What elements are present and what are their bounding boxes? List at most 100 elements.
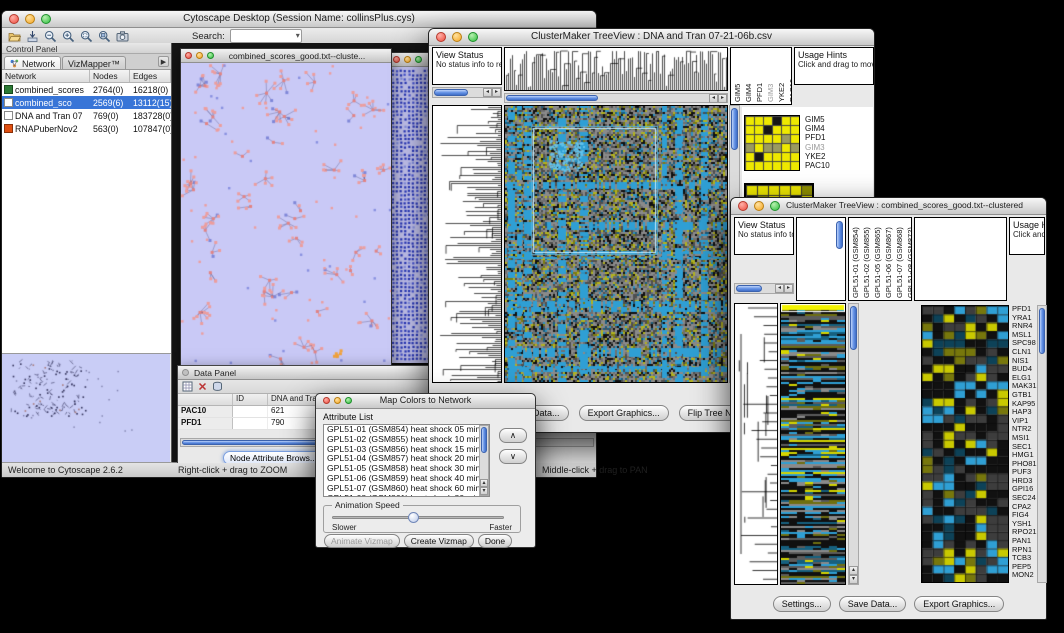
scroll-left-icon[interactable]: ◂ xyxy=(483,88,492,97)
zoom-row-label[interactable]: GIM4 xyxy=(805,124,830,133)
scroll-thumb[interactable] xyxy=(434,89,468,96)
export-graphics-button[interactable]: Export Graphics... xyxy=(914,596,1004,612)
move-up-button[interactable]: ∧ xyxy=(499,428,527,443)
scroll-up-icon[interactable]: ▴ xyxy=(480,479,488,487)
minimize-icon[interactable] xyxy=(196,52,203,59)
maximize-icon[interactable] xyxy=(345,397,352,404)
scroll-right-icon[interactable]: ▸ xyxy=(492,88,501,97)
status-hscrollbar[interactable]: ◂ ▸ xyxy=(734,283,794,294)
minimize-icon[interactable] xyxy=(754,201,764,211)
attribute-list[interactable]: GPL51-01 (GSM854) heat shock 05 minGPL51… xyxy=(323,424,490,497)
column-dendrogram[interactable] xyxy=(505,48,727,90)
gene-vscrollbar[interactable] xyxy=(1037,305,1047,583)
zoom-matrix[interactable] xyxy=(744,115,800,171)
scroll-down-icon[interactable]: ▾ xyxy=(480,487,488,495)
close-icon[interactable] xyxy=(323,397,330,404)
column-label[interactable]: GPL51-05 (GSM865) xyxy=(873,220,882,298)
delete-attribute-icon[interactable] xyxy=(197,381,208,392)
network-canvas[interactable] xyxy=(181,63,391,366)
zoom-row-label[interactable]: GIM3 xyxy=(805,143,830,152)
tab-vizmapper[interactable]: VizMapper™ xyxy=(62,56,126,69)
zoom-selected-icon[interactable] xyxy=(80,30,93,43)
minimize-icon[interactable] xyxy=(404,56,411,63)
scroll-thumb[interactable] xyxy=(481,427,487,453)
treeview2-titlebar[interactable]: ClusterMaker TreeView : combined_scores_… xyxy=(731,198,1046,215)
scroll-thumb[interactable] xyxy=(506,95,598,101)
maximize-icon[interactable] xyxy=(415,56,422,63)
scroll-thumb[interactable] xyxy=(736,285,762,292)
gene-label[interactable]: MON2 xyxy=(1012,571,1037,580)
network-overview[interactable] xyxy=(2,354,170,463)
zoom-fit-icon[interactable] xyxy=(98,30,111,43)
minimize-icon[interactable] xyxy=(334,397,341,404)
scroll-thumb[interactable] xyxy=(836,221,843,249)
scroll-left-icon[interactable]: ◂ xyxy=(709,94,718,103)
open-folder-icon[interactable] xyxy=(8,30,21,43)
zoom-row-label[interactable]: GIM5 xyxy=(805,115,830,124)
column-label[interactable]: PFD1 xyxy=(755,50,764,102)
row-dendrogram[interactable] xyxy=(735,304,777,584)
zoom-row-label[interactable]: YKE2 xyxy=(805,152,830,161)
settings-button[interactable]: Settings... xyxy=(773,596,831,612)
panel-dot-icon[interactable] xyxy=(182,369,189,376)
scroll-right-icon[interactable]: ▸ xyxy=(718,94,727,103)
attribute-matrix-icon[interactable] xyxy=(212,381,223,392)
done-button[interactable]: Done xyxy=(478,534,512,548)
column-label[interactable]: YKE2 xyxy=(777,50,786,102)
column-label[interactable]: GPL51-01 (GSM854) xyxy=(851,220,860,298)
column-label[interactable]: GPL51-08 (GSM872) xyxy=(906,220,912,298)
scroll-left-icon[interactable]: ◂ xyxy=(775,284,784,293)
scroll-right-icon[interactable]: ▸ xyxy=(784,284,793,293)
animate-vizmap-button[interactable]: Animate Vizmap xyxy=(324,534,400,548)
close-icon[interactable] xyxy=(393,56,400,63)
list-vscrollbar[interactable]: ▴ ▾ xyxy=(479,425,489,496)
scroll-thumb[interactable] xyxy=(1039,308,1045,354)
close-icon[interactable] xyxy=(738,201,748,211)
search-input[interactable]: ▾ xyxy=(230,29,302,43)
column-label[interactable]: GIM5 xyxy=(733,50,742,102)
column-label[interactable]: GPL51-02 (GSM855) xyxy=(862,220,871,298)
save-data-button[interactable]: Save Data... xyxy=(839,596,907,612)
attribute-grid-icon[interactable] xyxy=(182,381,193,392)
tab-overflow-button[interactable]: ▶ xyxy=(158,56,169,67)
scroll-thumb[interactable] xyxy=(731,108,738,150)
zoom-row-label[interactable]: PAC10 xyxy=(805,161,830,170)
heatmap-vscrollbar[interactable]: ▴ ▾ xyxy=(848,303,859,585)
minimize-icon[interactable] xyxy=(25,14,35,24)
create-vizmap-button[interactable]: Create Vizmap xyxy=(404,534,474,548)
attribute-list-item[interactable]: GPL51-08 (GSM861) heat shock 80 min xyxy=(324,494,489,497)
global-heatmap[interactable] xyxy=(505,106,727,382)
scroll-down-icon[interactable]: ▾ xyxy=(849,575,858,584)
network-list-item[interactable]: combined_scores2764(0)16218(0) xyxy=(2,83,171,96)
heatmap-hscrollbar[interactable]: ◂ ▸ xyxy=(504,93,728,103)
global-heatmap[interactable] xyxy=(781,304,845,584)
import-network-icon[interactable] xyxy=(26,30,39,43)
close-icon[interactable] xyxy=(185,52,192,59)
scroll-thumb[interactable] xyxy=(850,306,857,350)
slider-thumb[interactable] xyxy=(408,512,419,523)
column-label[interactable]: GPL51-06 (GSM867) xyxy=(884,220,893,298)
main-titlebar[interactable]: Cytoscape Desktop (Session Name: collins… xyxy=(2,11,596,28)
snapshot-icon[interactable] xyxy=(116,30,129,43)
status-hscrollbar[interactable]: ◂ ▸ xyxy=(432,87,502,98)
column-label[interactable]: PAC10 xyxy=(788,50,792,102)
dialog-titlebar[interactable]: Map Colors to Network xyxy=(316,394,535,409)
tab-network[interactable]: Network xyxy=(4,56,61,69)
network-list-item[interactable]: DNA and Tran 07769(0)183728(0) xyxy=(2,109,171,122)
scroll-up-icon[interactable]: ▴ xyxy=(849,566,858,575)
row-dendrogram[interactable] xyxy=(433,106,501,382)
column-label[interactable]: GPL51-07 (GSM868) xyxy=(895,220,904,298)
minimize-icon[interactable] xyxy=(452,32,462,42)
move-down-button[interactable]: ∨ xyxy=(499,449,527,464)
close-icon[interactable] xyxy=(436,32,446,42)
zoom-in-icon[interactable] xyxy=(62,30,75,43)
zoom-heatmap[interactable] xyxy=(922,306,1008,582)
network-list-item[interactable]: combined_sco2569(6)13112(15) xyxy=(2,96,171,109)
network-list-item[interactable]: RNAPuberNov2563(0)107847(0) xyxy=(2,122,171,135)
close-icon[interactable] xyxy=(9,14,19,24)
zoom-row-label[interactable]: PFD1 xyxy=(805,133,830,142)
column-label[interactable]: GIM4 xyxy=(744,50,753,102)
node-attribute-browser-button[interactable]: Node Attribute Brows... xyxy=(223,451,324,463)
network-window-titlebar[interactable]: combined_scores_good.txt--cluste... xyxy=(181,49,391,63)
zoom-out-icon[interactable] xyxy=(44,30,57,43)
